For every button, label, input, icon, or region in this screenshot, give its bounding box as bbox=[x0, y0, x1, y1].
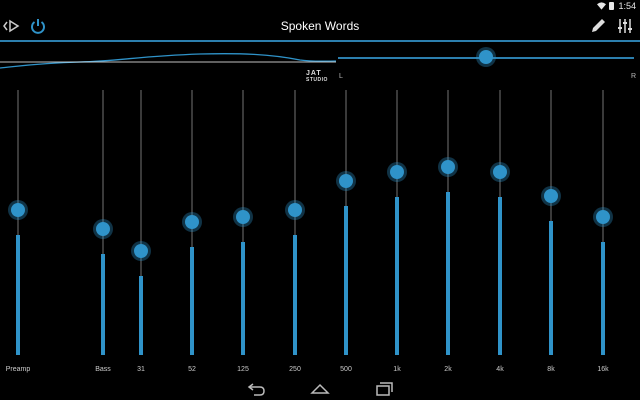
band-125-slider[interactable]: 125 bbox=[223, 90, 263, 380]
navigation-bar bbox=[0, 378, 640, 400]
band-31-slider-fill bbox=[139, 275, 143, 355]
band-250-slider-fill bbox=[293, 235, 297, 355]
band-500-slider[interactable]: 500 bbox=[326, 90, 366, 380]
band-4k-slider-fill bbox=[498, 196, 502, 355]
preamp-slider[interactable]: Preamp bbox=[0, 90, 38, 380]
band-2k-slider-fill bbox=[446, 191, 450, 355]
band-500-slider-knob[interactable] bbox=[339, 174, 353, 189]
band-500-slider-fill bbox=[344, 206, 348, 355]
band-1k-label: 1k bbox=[393, 366, 401, 373]
preamp-slider-knob[interactable] bbox=[11, 203, 25, 217]
recent-apps-icon[interactable] bbox=[374, 381, 394, 397]
band-250-slider[interactable]: 250 bbox=[275, 90, 315, 380]
band-2k-label: 2k bbox=[444, 366, 452, 373]
band-8k-label: 8k bbox=[547, 366, 555, 373]
band-1k-slider-knob[interactable] bbox=[390, 164, 404, 179]
preamp-slider-fill bbox=[16, 235, 20, 355]
band-125-label: 125 bbox=[237, 366, 249, 373]
band-4k-slider-knob[interactable] bbox=[493, 164, 507, 179]
band-8k-slider[interactable]: 8k bbox=[531, 90, 571, 380]
band-125-slider-fill bbox=[241, 242, 245, 355]
band-16k-slider-knob[interactable] bbox=[596, 210, 610, 225]
band-52-slider-fill bbox=[190, 247, 194, 355]
bass-slider[interactable]: Bass bbox=[83, 90, 123, 380]
band-16k-slider[interactable]: 16k bbox=[583, 90, 623, 380]
band-4k-label: 4k bbox=[496, 366, 504, 373]
band-1k-slider[interactable]: 1k bbox=[377, 90, 417, 380]
band-31-label: 31 bbox=[137, 366, 145, 373]
band-52-slider-knob[interactable] bbox=[185, 215, 199, 229]
band-52-label: 52 bbox=[188, 366, 196, 373]
band-31-slider-knob[interactable] bbox=[134, 243, 148, 258]
band-2k-slider[interactable]: 2k bbox=[428, 90, 468, 380]
band-16k-label: 16k bbox=[597, 366, 609, 373]
band-4k-slider[interactable]: 4k bbox=[480, 90, 520, 380]
home-icon[interactable] bbox=[310, 381, 330, 397]
band-250-slider-knob[interactable] bbox=[288, 203, 302, 217]
bass-slider-fill bbox=[101, 254, 105, 355]
band-500-label: 500 bbox=[340, 366, 352, 373]
band-8k-slider-knob[interactable] bbox=[544, 188, 558, 203]
band-16k-slider-fill bbox=[601, 242, 605, 355]
band-125-slider-knob[interactable] bbox=[236, 210, 250, 225]
back-icon[interactable] bbox=[246, 381, 266, 397]
bass-label: Bass bbox=[95, 366, 111, 373]
preamp-label: Preamp bbox=[5, 366, 31, 373]
band-52-slider[interactable]: 52 bbox=[172, 90, 212, 380]
bass-slider-knob[interactable] bbox=[96, 222, 110, 237]
band-8k-slider-fill bbox=[549, 220, 553, 355]
band-31-slider[interactable]: 31 bbox=[121, 90, 161, 380]
band-1k-slider-fill bbox=[395, 196, 399, 355]
equalizer-bands: Preamp Bass 31 52 125 250 500 1k 2k 4k 8k 16k bbox=[0, 0, 640, 400]
band-2k-slider-knob[interactable] bbox=[441, 159, 455, 174]
band-250-label: 250 bbox=[289, 366, 301, 373]
